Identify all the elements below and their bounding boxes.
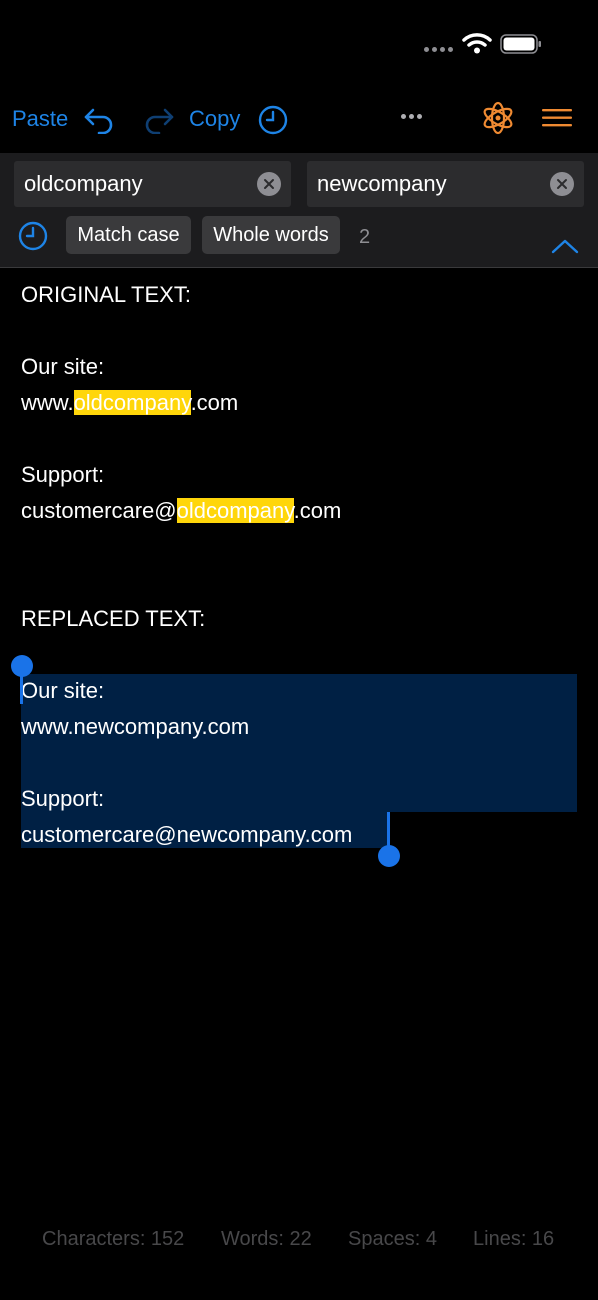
replaced-support-label: Support: (21, 786, 105, 811)
site-prefix: www. (21, 390, 74, 415)
more-dot (416, 113, 422, 119)
words-count: Words: 22 (221, 1228, 312, 1250)
whole-words-toggle[interactable]: Whole words (202, 216, 340, 254)
selection-start-caret (20, 666, 23, 704)
support-suffix: .com (293, 498, 342, 523)
battery-icon (500, 34, 541, 54)
original-support-label: Support: (21, 462, 105, 487)
match-count: 2 (359, 226, 371, 248)
replaced-support-line: customercare@newcompany.com (21, 822, 353, 847)
find-input[interactable] (24, 171, 244, 197)
cellular-signal-icon (424, 47, 453, 52)
clear-icon (557, 179, 567, 189)
paste-label: Paste (12, 106, 69, 131)
selection-highlight (21, 674, 577, 812)
copy-label: Copy (189, 106, 241, 131)
toolbar: Paste Copy (0, 92, 598, 148)
search-match-highlight: oldcompany (176, 498, 294, 523)
find-field[interactable] (14, 161, 291, 207)
characters-count: Characters: 152 (42, 1228, 185, 1250)
original-support-line: customercare@oldcompany.com (21, 498, 341, 524)
find-replace-panel: Match case Whole words 2 (0, 153, 598, 268)
support-prefix: customercare@ (21, 498, 177, 523)
selection-end-handle[interactable] (378, 845, 400, 867)
paste-button[interactable]: Paste (12, 106, 68, 132)
replace-input[interactable] (317, 171, 537, 197)
clear-find-button[interactable] (257, 172, 281, 196)
menu-icon[interactable] (541, 108, 573, 128)
original-site-line: www.oldcompany.com (21, 390, 238, 416)
text-editor[interactable]: ORIGINAL TEXT: Our site: www.oldcompany.… (0, 268, 598, 1168)
clear-replace-button[interactable] (550, 172, 574, 196)
chevron-up-icon[interactable] (551, 238, 579, 254)
spaces-count: Spaces: 4 (348, 1228, 437, 1250)
atom-icon[interactable] (480, 100, 516, 136)
replace-field[interactable] (307, 161, 584, 207)
more-options-button[interactable] (398, 104, 424, 128)
replaced-header: REPLACED TEXT: (21, 606, 206, 631)
match-case-toggle[interactable]: Match case (66, 216, 191, 254)
more-dot (408, 113, 414, 119)
text-statistics: Characters: 152 Words: 22 Spaces: 4 Line… (0, 1228, 598, 1256)
search-match-highlight: oldcompany (73, 390, 191, 415)
wifi-icon (462, 33, 492, 54)
history-icon[interactable] (257, 104, 289, 136)
lines-count: Lines: 16 (473, 1228, 555, 1250)
site-suffix: .com (190, 390, 239, 415)
original-site-label: Our site: (21, 354, 105, 379)
status-bar (0, 0, 598, 90)
undo-icon[interactable] (83, 106, 115, 134)
more-dot (400, 113, 406, 119)
replaced-site-line: www.newcompany.com (21, 714, 250, 739)
replaced-site-label: Our site: (21, 678, 105, 703)
search-history-icon[interactable] (17, 220, 49, 252)
original-header: ORIGINAL TEXT: (21, 282, 191, 307)
redo-icon[interactable] (143, 106, 175, 134)
clear-icon (264, 179, 274, 189)
copy-button[interactable]: Copy (189, 106, 240, 132)
